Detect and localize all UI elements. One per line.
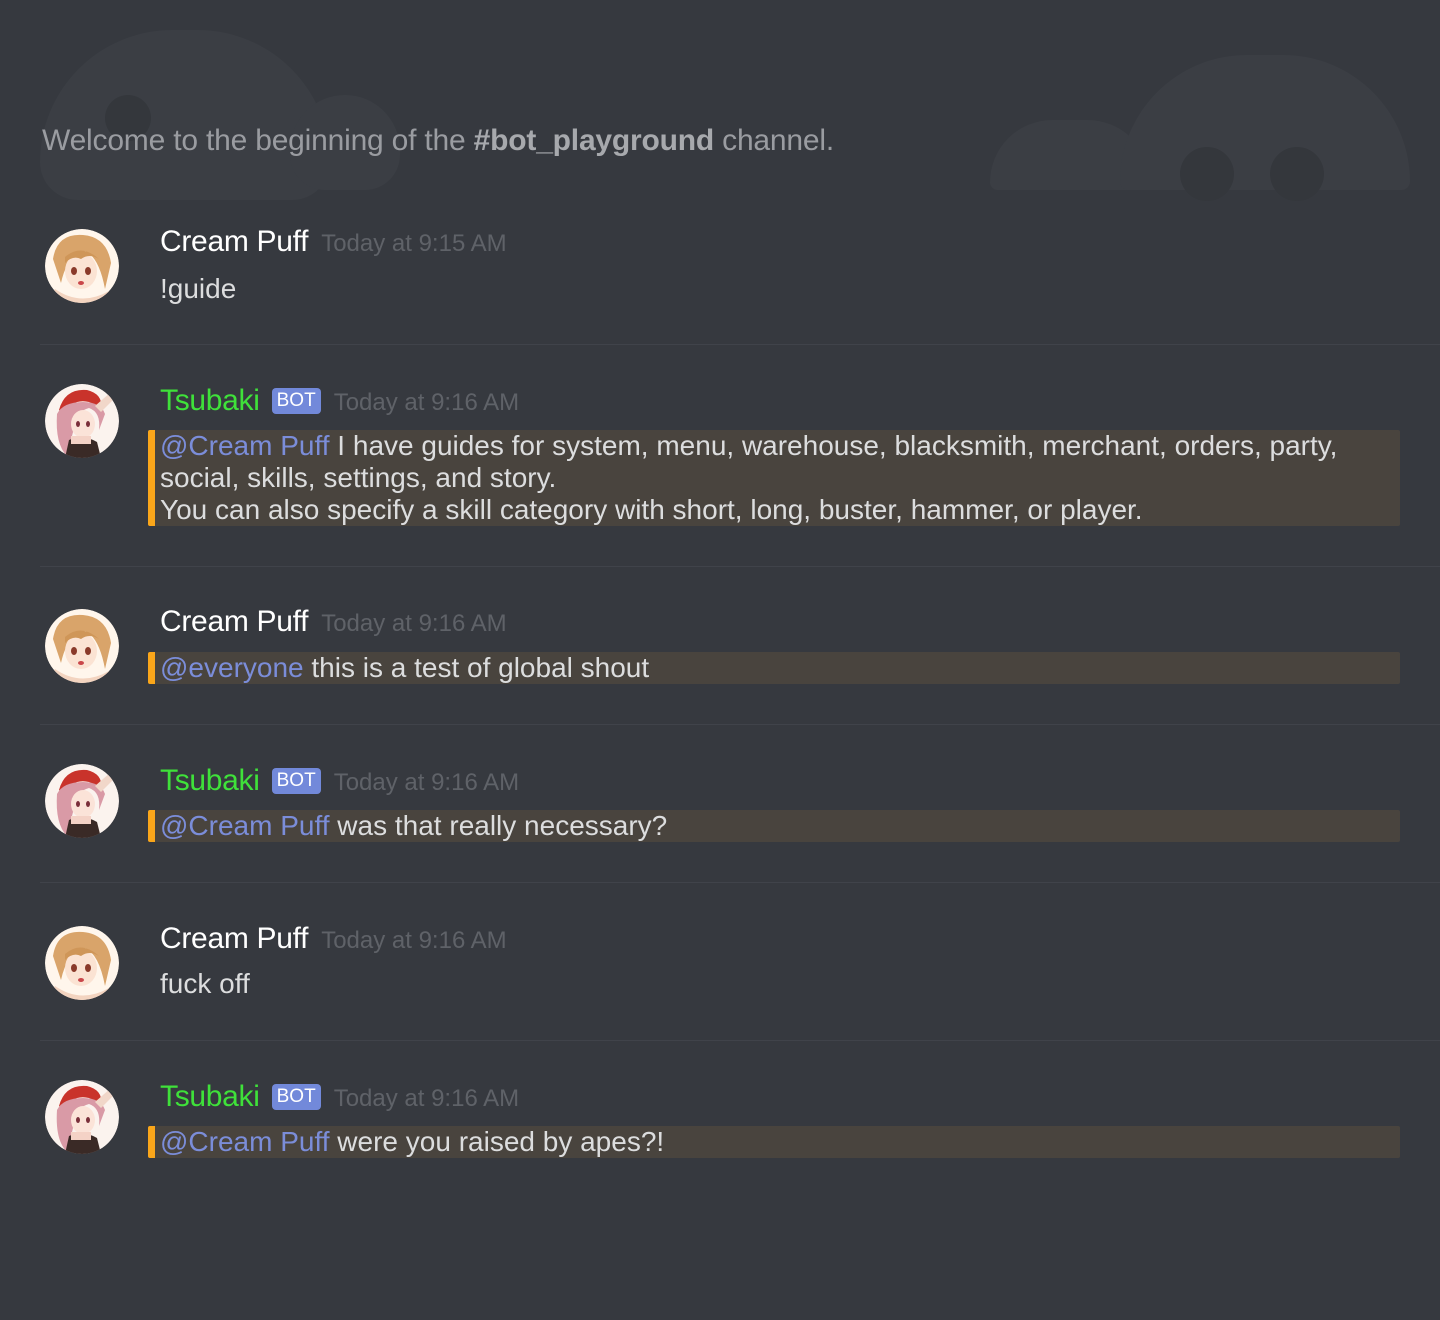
message-group: Tsubaki BOT Today at 9:16 AM @Cream Puff… [40, 384, 1440, 534]
mention-highlight-message: @Cream Puff was that really necessary? [148, 810, 1400, 842]
message-text: !guide [160, 273, 237, 304]
message-header: Cream Puff Today at 9:16 AM [160, 922, 507, 956]
background-logo-right [1120, 55, 1410, 201]
message-group: Cream Puff Today at 9:16 AM fuck off [40, 922, 1440, 1012]
message-divider [40, 724, 1440, 725]
message-text: I have guides for system, menu, warehous… [329, 430, 1338, 461]
timestamp[interactable]: Today at 9:15 AM [321, 230, 506, 258]
message-header: Tsubaki BOT Today at 9:16 AM [160, 384, 519, 418]
welcome-prefix: Welcome to the beginning of the [42, 124, 474, 157]
tsubaki-avatar[interactable] [45, 764, 119, 838]
username[interactable]: Cream Puff [160, 922, 308, 956]
message-text: was that really necessary? [329, 810, 668, 841]
message-divider [40, 882, 1440, 883]
message-text: were you raised by apes?! [329, 1126, 665, 1157]
username[interactable]: Cream Puff [160, 225, 308, 259]
user-mention[interactable]: @Cream Puff [160, 430, 330, 461]
message-line: @Cream Puff I have guides for system, me… [160, 430, 1400, 462]
tsubaki-avatar[interactable] [45, 1080, 119, 1154]
message-group: Cream Puff Today at 9:15 AM !guide [40, 225, 1440, 325]
tsubaki-avatar[interactable] [45, 384, 119, 458]
message-group: Cream Puff Today at 9:16 AM @everyone th… [40, 605, 1440, 695]
message-group: Tsubaki BOT Today at 9:16 AM @Cream Puff… [40, 1080, 1440, 1170]
background-logo-left [40, 30, 330, 200]
username[interactable]: Tsubaki [160, 384, 260, 418]
message-line: social, skills, settings, and story. [160, 462, 557, 493]
welcome-suffix: channel. [714, 124, 834, 157]
chat-messages-pane[interactable]: Welcome to the beginning of the #bot_pla… [0, 0, 1440, 1320]
timestamp[interactable]: Today at 9:16 AM [334, 389, 519, 417]
mention-highlight-message: @Cream Puff I have guides for system, me… [148, 430, 1400, 526]
message-header: Cream Puff Today at 9:16 AM [160, 605, 507, 639]
user-mention[interactable]: @Cream Puff [160, 1126, 330, 1157]
bot-tag-badge: BOT [271, 388, 321, 414]
mention-highlight-message: @everyone this is a test of global shout [148, 652, 1400, 684]
username[interactable]: Tsubaki [160, 1080, 260, 1114]
timestamp[interactable]: Today at 9:16 AM [321, 610, 506, 638]
user-mention[interactable]: @Cream Puff [160, 810, 330, 841]
message-group: Tsubaki BOT Today at 9:16 AM @Cream Puff… [40, 764, 1440, 854]
message-header: Tsubaki BOT Today at 9:16 AM [160, 764, 519, 798]
everyone-mention[interactable]: @everyone [160, 652, 304, 683]
message-header: Tsubaki BOT Today at 9:16 AM [160, 1080, 519, 1114]
bot-tag-badge: BOT [271, 1084, 321, 1110]
timestamp[interactable]: Today at 9:16 AM [321, 927, 506, 955]
channel-name[interactable]: #bot_playground [474, 124, 715, 157]
cream-puff-avatar[interactable] [45, 229, 119, 303]
bot-tag-badge: BOT [271, 768, 321, 794]
message-divider [40, 344, 1440, 345]
message-text: this is a test of global shout [303, 652, 650, 683]
timestamp[interactable]: Today at 9:16 AM [334, 1085, 519, 1113]
username[interactable]: Tsubaki [160, 764, 260, 798]
message-divider [40, 1040, 1440, 1041]
username[interactable]: Cream Puff [160, 605, 308, 639]
message-text: fuck off [160, 968, 250, 999]
cream-puff-avatar[interactable] [45, 609, 119, 683]
cream-puff-avatar[interactable] [45, 926, 119, 1000]
message-header: Cream Puff Today at 9:15 AM [160, 225, 507, 259]
message-divider [40, 566, 1440, 567]
message-line: You can also specify a skill category wi… [160, 494, 1143, 525]
mention-highlight-message: @Cream Puff were you raised by apes?! [148, 1126, 1400, 1158]
channel-welcome-text: Welcome to the beginning of the #bot_pla… [42, 124, 834, 158]
timestamp[interactable]: Today at 9:16 AM [334, 769, 519, 797]
